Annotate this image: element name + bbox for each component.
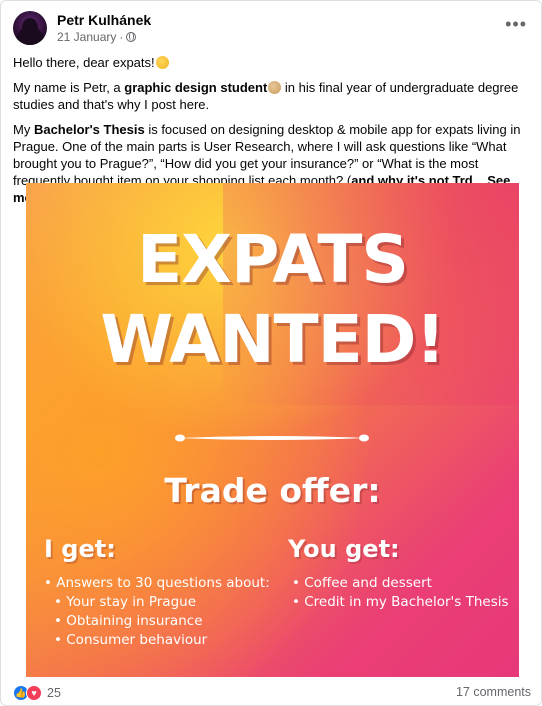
palette-emoji-icon: [268, 81, 282, 94]
post-footer: 👍 ♥ 25 17 comments: [13, 685, 531, 703]
decorative-divider: [175, 434, 369, 442]
i-get-list: • Answers to 30 questions about: • Your s…: [44, 574, 270, 650]
love-icon: ♥: [26, 685, 42, 701]
post-image[interactable]: EXPATS WANTED! Trade offer: I get: • Ans…: [26, 183, 519, 677]
p3-before: My: [13, 122, 34, 137]
globe-icon[interactable]: [126, 32, 137, 42]
i-get-item: • Your stay in Prague: [54, 594, 197, 610]
post-card: Petr Kulhánek 21 January · ••• Hello the…: [0, 0, 542, 706]
p2-before: My name is Petr, a: [13, 80, 125, 95]
reaction-count[interactable]: 25: [47, 686, 61, 700]
poster-headline-1: EXPATS: [137, 221, 409, 298]
post-date[interactable]: 21 January: [57, 30, 116, 44]
post-paragraph-1: Hello there, dear expats!: [13, 54, 531, 71]
author-name[interactable]: Petr Kulhánek: [57, 12, 151, 28]
post-meta: 21 January ·: [57, 30, 137, 44]
reactions[interactable]: 👍 ♥ 25: [13, 685, 61, 701]
post-header: Petr Kulhánek 21 January · •••: [13, 11, 531, 47]
post-paragraph-2: My name is Petr, a graphic design studen…: [13, 79, 531, 113]
you-get-list: • Coffee and dessert • Credit in my Bache…: [292, 574, 509, 612]
avatar[interactable]: [13, 11, 47, 45]
i-get-item: • Answers to 30 questions about:: [44, 575, 270, 591]
more-options-button[interactable]: •••: [505, 15, 527, 33]
you-get-item: • Credit in my Bachelor's Thesis: [292, 594, 509, 610]
comments-count[interactable]: 17 comments: [456, 685, 531, 699]
thinking-face-emoji-icon: [155, 56, 169, 69]
you-get-item: • Coffee and dessert: [292, 575, 432, 591]
trade-offer-title: Trade offer:: [164, 471, 381, 510]
greeting-text: Hello there, dear expats!: [13, 55, 155, 70]
i-get-item: • Consumer behaviour: [54, 632, 208, 648]
i-get-item: • Obtaining insurance: [54, 613, 203, 629]
p3-bold: Bachelor's Thesis: [33, 122, 145, 137]
i-get-title: I get:: [44, 535, 116, 563]
you-get-title: You get:: [288, 535, 400, 563]
poster-headline-2: WANTED!: [100, 301, 445, 378]
ellipsis-icon: •••: [505, 14, 527, 34]
meta-separator: ·: [119, 30, 124, 44]
p2-bold: graphic design student: [124, 80, 268, 95]
